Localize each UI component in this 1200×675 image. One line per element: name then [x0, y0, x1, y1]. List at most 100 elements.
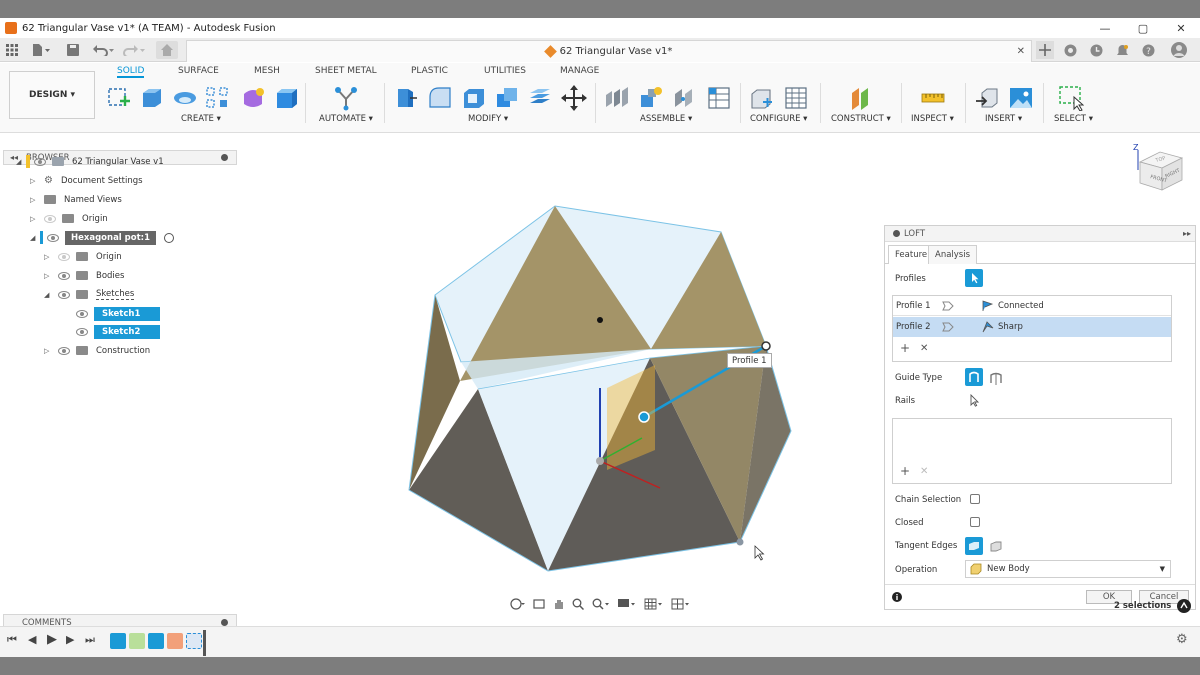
help-icon[interactable]: ?	[1140, 41, 1156, 59]
loft-dialog-header[interactable]: LOFT ▸▸	[885, 226, 1195, 242]
assemble-group-label[interactable]: ASSEMBLE ▾	[640, 114, 692, 124]
profile-condition[interactable]: Connected	[998, 301, 1044, 311]
expand-arrow-icon[interactable]: ▷	[30, 196, 40, 204]
timeline-marker[interactable]	[203, 630, 206, 656]
go-to-end-icon[interactable]: ⏭	[85, 633, 95, 647]
visibility-eye-icon[interactable]	[76, 327, 88, 336]
profile-row[interactable]: Profile 1 Connected	[893, 296, 1171, 316]
configure-icon[interactable]	[749, 85, 775, 111]
offset-plane-icon[interactable]	[848, 85, 874, 111]
offset-face-icon[interactable]	[527, 85, 553, 111]
job-status-icon[interactable]	[1088, 41, 1104, 59]
as-built-joint-icon[interactable]	[672, 85, 698, 111]
inspect-group-label[interactable]: INSPECT ▾	[911, 114, 954, 124]
chain-selection-checkbox[interactable]	[970, 494, 980, 504]
profile-row[interactable]: Profile 2 Sharp	[893, 317, 1171, 337]
press-pull-icon[interactable]	[393, 85, 419, 111]
new-tab-icon[interactable]	[1036, 41, 1054, 59]
expand-arrow-icon[interactable]: ▷	[30, 177, 40, 185]
insert-derive-icon[interactable]	[974, 85, 1000, 111]
remove-rail-icon[interactable]: ✕	[920, 466, 928, 477]
redo-icon[interactable]	[122, 41, 146, 59]
visibility-eye-icon[interactable]	[47, 233, 59, 242]
visibility-eye-icon[interactable]	[58, 271, 70, 280]
viewports-icon[interactable]	[671, 598, 690, 610]
zoom-window-icon[interactable]	[592, 598, 609, 610]
remove-profile-icon[interactable]: ✕	[920, 343, 928, 354]
browser-item-hexagonal-pot[interactable]: ◢ Hexagonal pot:1	[30, 230, 174, 245]
browser-item-named-views[interactable]: ▷ Named Views	[30, 192, 122, 207]
workspace-switcher-button[interactable]: DESIGN ▾	[9, 71, 95, 119]
merge-tangent-edges-button[interactable]	[965, 537, 983, 555]
notifications-icon[interactable]	[1114, 41, 1130, 59]
bill-of-materials-icon[interactable]	[706, 85, 732, 111]
operation-select[interactable]: New Body ▼	[965, 560, 1171, 578]
fillet-icon[interactable]	[427, 85, 453, 111]
revolve-icon[interactable]	[172, 85, 198, 111]
expand-arrow-icon[interactable]: ▷	[44, 253, 54, 261]
timeline-loft-icon[interactable]	[167, 633, 183, 649]
zoom-icon[interactable]	[572, 598, 584, 610]
browser-item-sketches[interactable]: ◢ Sketches	[44, 287, 135, 302]
automate-icon[interactable]	[333, 85, 359, 111]
visibility-eye-icon[interactable]	[76, 309, 88, 318]
extrude-icon[interactable]	[139, 85, 165, 111]
browser-item-document-settings[interactable]: ▷ ⚙ Document Settings	[30, 173, 143, 188]
create-sketch-icon[interactable]	[106, 85, 132, 111]
hidden-eye-icon[interactable]	[58, 252, 70, 261]
select-group-label[interactable]: SELECT ▾	[1054, 114, 1093, 124]
profile-condition[interactable]: Sharp	[998, 322, 1023, 332]
expand-arrow-icon[interactable]: ▷	[30, 215, 40, 223]
display-settings-icon[interactable]	[617, 598, 636, 610]
save-icon[interactable]	[66, 41, 80, 59]
insert-canvas-icon[interactable]	[1008, 85, 1034, 111]
pan-hand-icon[interactable]	[553, 598, 564, 610]
expand-dialog-icon[interactable]: ▸▸	[1183, 229, 1191, 238]
hidden-eye-icon[interactable]	[44, 214, 56, 223]
visibility-eye-icon[interactable]	[34, 157, 46, 166]
activate-radio-icon[interactable]	[163, 232, 174, 243]
browser-item-sketch1[interactable]: Sketch1	[76, 306, 160, 321]
step-back-icon[interactable]: ◀	[28, 633, 36, 646]
construct-group-label[interactable]: CONSTRUCT ▾	[831, 114, 891, 124]
timeline-plane-icon[interactable]	[129, 633, 145, 649]
add-profile-icon[interactable]: +	[900, 341, 910, 355]
tab-surface[interactable]: SURFACE	[178, 64, 219, 78]
create-group-label[interactable]: CREATE ▾	[181, 114, 221, 124]
timeline-settings-gear-icon[interactable]: ⚙	[1176, 632, 1188, 647]
tab-analysis[interactable]: Analysis	[928, 245, 978, 264]
chevron-down-icon[interactable]: ▼	[1160, 565, 1165, 573]
extensions-icon[interactable]	[1062, 41, 1078, 59]
new-component-icon[interactable]	[604, 85, 630, 111]
visibility-eye-icon[interactable]	[58, 290, 70, 299]
joint-icon[interactable]	[638, 85, 664, 111]
close-tab-icon[interactable]: ✕	[1017, 46, 1025, 57]
insert-group-label[interactable]: INSERT ▾	[985, 114, 1022, 124]
selection-filter-icon[interactable]	[1177, 599, 1191, 613]
loft-preview-model[interactable]	[380, 198, 820, 588]
add-rail-icon[interactable]: +	[900, 464, 910, 478]
grid-settings-icon[interactable]	[644, 598, 663, 610]
tab-sheet-metal[interactable]: SHEET METAL	[315, 64, 377, 78]
timeline-current-feature-icon[interactable]	[186, 633, 202, 649]
pin-panel-icon[interactable]	[221, 154, 228, 161]
rails-guide-button[interactable]	[965, 368, 983, 386]
visibility-eye-icon[interactable]	[58, 346, 70, 355]
expand-arrow-icon[interactable]: ▷	[44, 347, 54, 355]
timeline-sketch-icon[interactable]	[148, 633, 164, 649]
expand-arrow-icon[interactable]: ◢	[16, 158, 26, 166]
document-tab[interactable]: 62 Triangular Vase v1* ✕	[186, 40, 1032, 62]
add-comment-icon[interactable]	[221, 619, 228, 626]
minimize-button[interactable]: —	[1086, 18, 1124, 38]
tab-plastic[interactable]: PLASTIC	[411, 64, 448, 78]
tab-manage[interactable]: MANAGE	[560, 64, 599, 78]
closed-checkbox[interactable]	[970, 517, 980, 527]
automate-group-label[interactable]: AUTOMATE ▾	[319, 114, 373, 124]
tab-solid[interactable]: SOLID	[117, 64, 145, 78]
orbit-icon[interactable]	[510, 598, 525, 610]
step-forward-icon[interactable]: ▶	[66, 633, 74, 646]
undo-icon[interactable]	[92, 41, 116, 59]
connected-condition-icon[interactable]	[981, 299, 995, 312]
user-avatar-icon[interactable]	[1170, 41, 1188, 59]
go-to-start-icon[interactable]: ⏮	[7, 633, 17, 647]
